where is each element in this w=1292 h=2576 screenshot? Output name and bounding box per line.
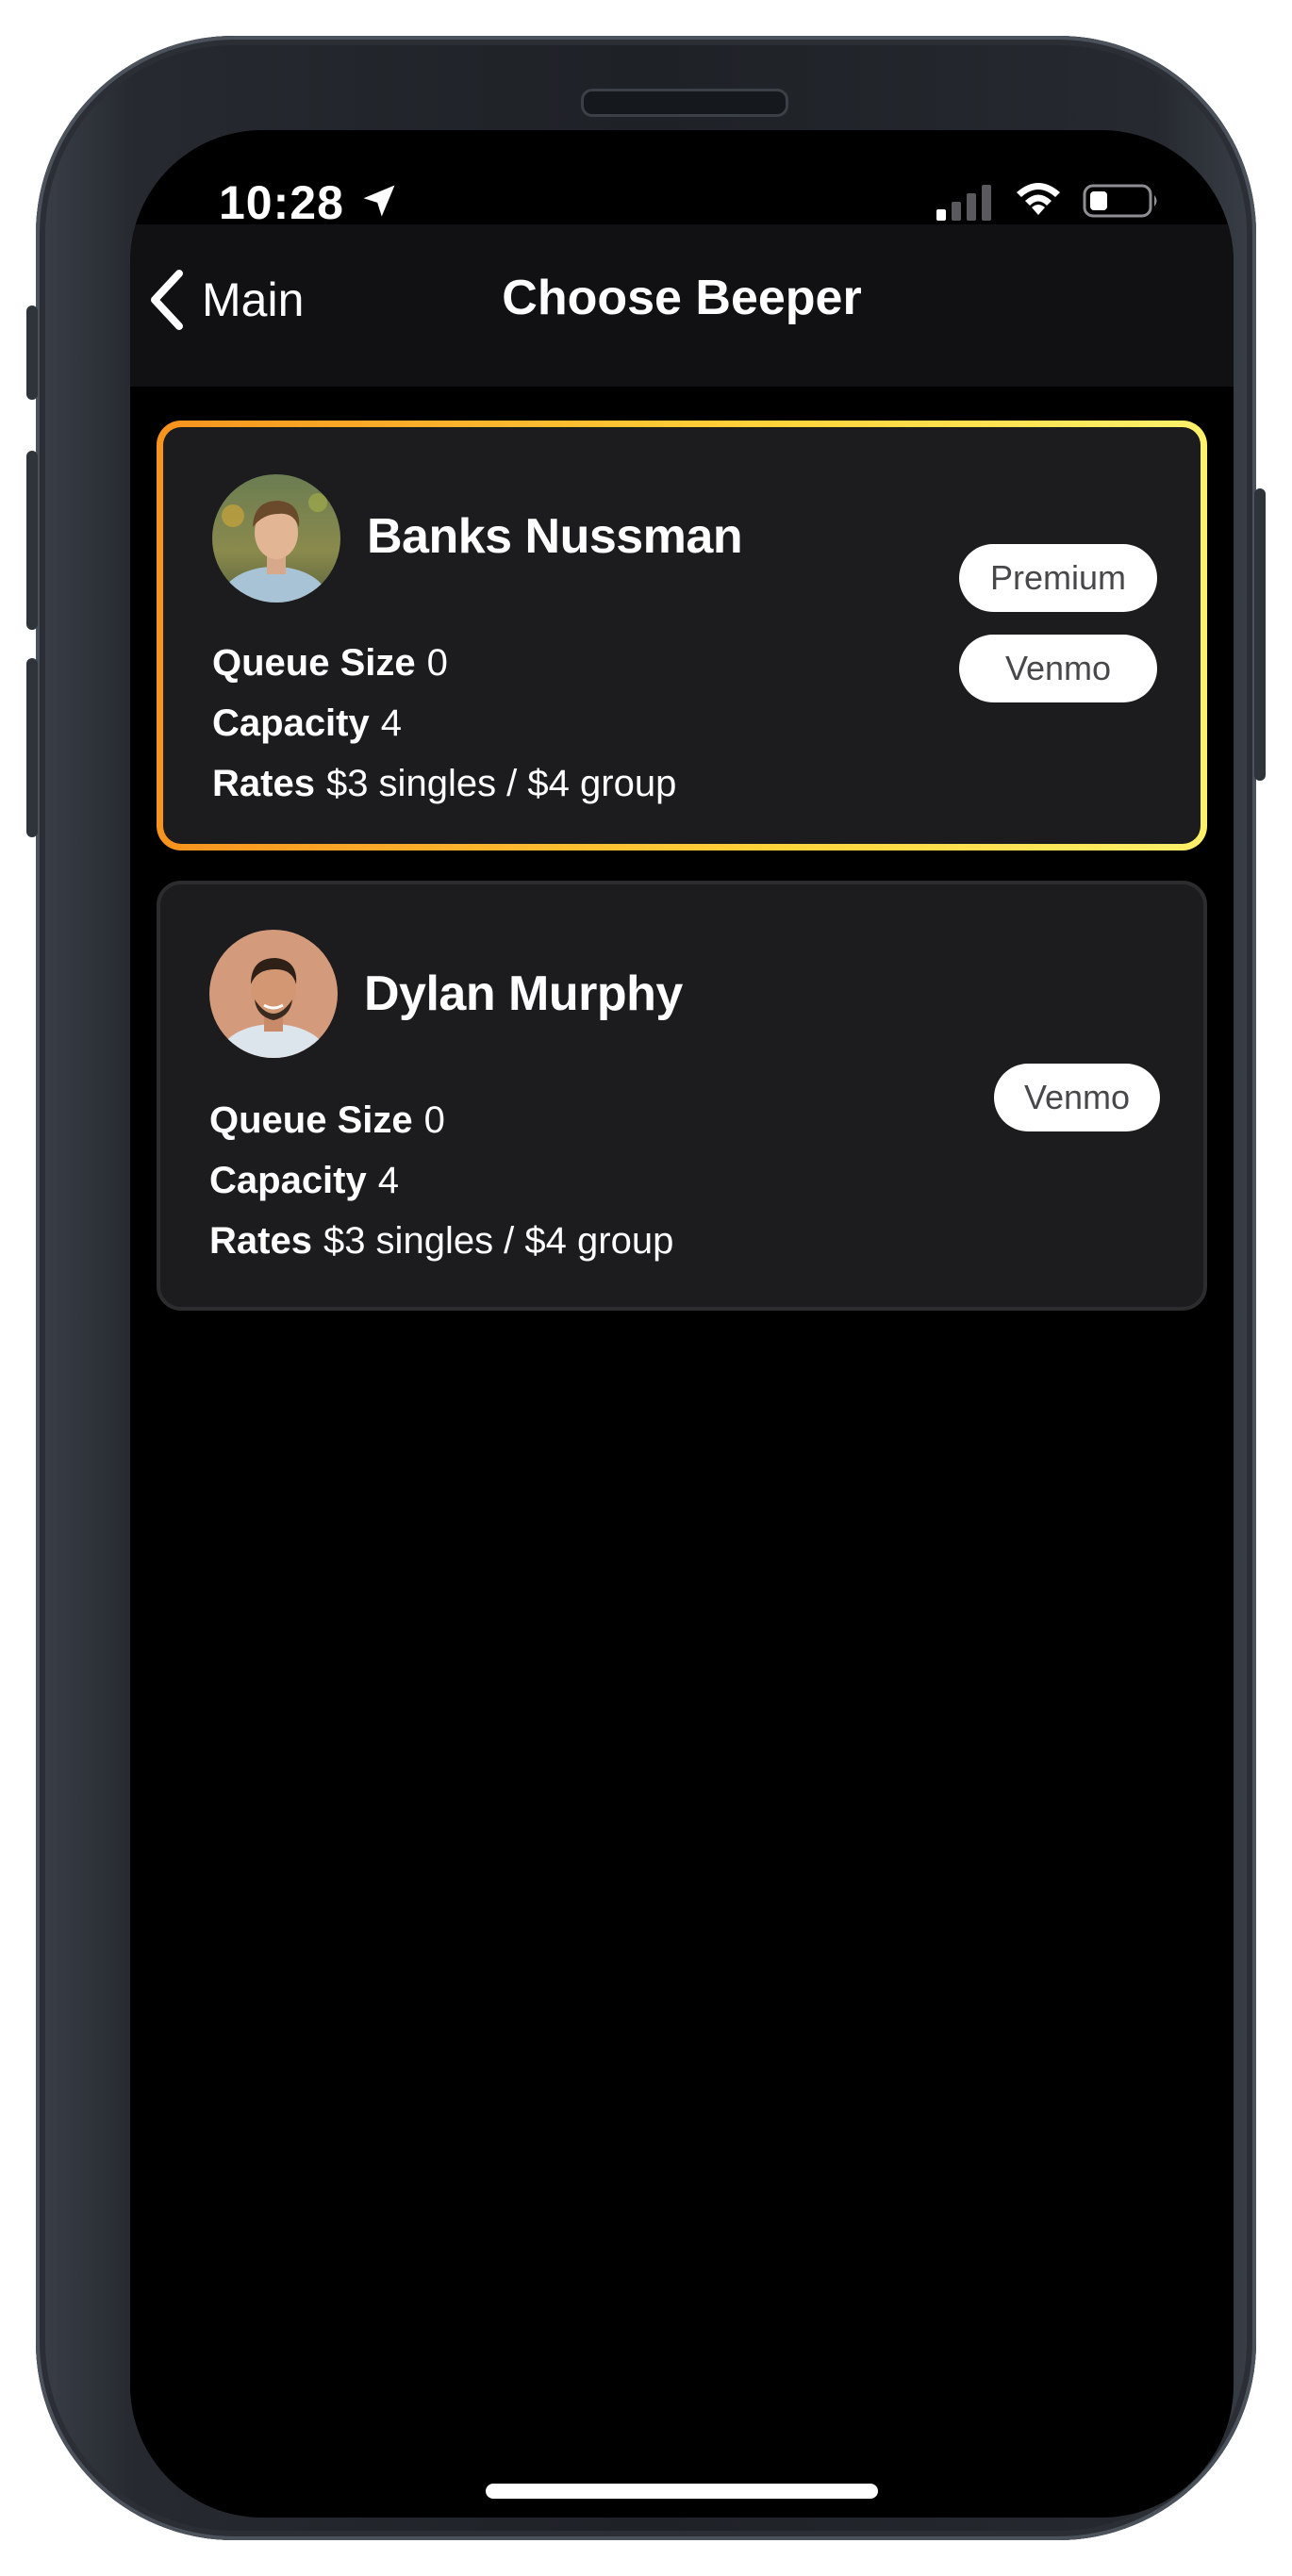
rates-label: Rates	[209, 1220, 312, 1262]
badge-stack: Premium Venmo	[959, 544, 1157, 702]
capacity-label: Capacity	[209, 1160, 367, 1201]
avatar	[212, 474, 340, 603]
page-title: Choose Beeper	[502, 271, 862, 325]
venmo-badge: Venmo	[994, 1064, 1160, 1131]
rates-label: Rates	[212, 763, 315, 804]
beeper-list: Banks Nussman Queue Size 0 Capacity 4 Rate…	[157, 421, 1207, 1341]
queue-size-label: Queue Size	[212, 642, 416, 684]
volume-down-button	[26, 658, 38, 837]
queue-size-label: Queue Size	[209, 1099, 413, 1141]
silent-switch	[26, 305, 38, 400]
status-time: 10:28	[219, 176, 344, 229]
venmo-badge: Venmo	[959, 635, 1157, 702]
wifi-icon	[1017, 183, 1060, 215]
capacity-value: 4	[380, 702, 402, 744]
earpiece-speaker	[581, 89, 788, 117]
badge-stack: Venmo	[994, 1064, 1160, 1131]
phone-frame: 10:28 Main Choose Beeper Banks Nussman Q…	[26, 36, 1266, 2540]
volume-up-button	[26, 451, 38, 630]
screen: 10:28 Main Choose Beeper Banks Nussman Q…	[130, 130, 1234, 2518]
rates-row: Rates $3 singles / $4 group	[212, 753, 676, 814]
beeper-name: Dylan Murphy	[364, 966, 683, 1021]
battery-icon	[1083, 184, 1157, 218]
beeper-card-premium[interactable]: Banks Nussman Queue Size 0 Capacity 4 Rate…	[157, 421, 1207, 850]
queue-size-value: 0	[426, 642, 448, 684]
location-arrow-icon	[363, 185, 395, 217]
beeper-stats: Queue Size 0 Capacity 4 Rates $3 singles / …	[209, 1090, 673, 1271]
beeper-stats: Queue Size 0 Capacity 4 Rates $3 singles / …	[212, 633, 676, 814]
capacity-row: Capacity 4	[212, 693, 676, 753]
premium-badge: Premium	[959, 544, 1157, 612]
avatar	[209, 930, 338, 1058]
capacity-value: 4	[377, 1160, 399, 1201]
beeper-card[interactable]: Dylan Murphy Queue Size 0 Capacity 4 Rates…	[157, 881, 1207, 1311]
queue-size-row: Queue Size 0	[212, 633, 676, 693]
capacity-label: Capacity	[212, 702, 370, 744]
rates-value: $3 singles / $4 group	[323, 1220, 674, 1262]
rates-row: Rates $3 singles / $4 group	[209, 1211, 673, 1271]
capacity-row: Capacity 4	[209, 1150, 673, 1211]
cellular-signal-icon	[936, 185, 991, 221]
notch	[454, 130, 910, 224]
home-indicator[interactable]	[486, 2484, 878, 2499]
queue-size-row: Queue Size 0	[209, 1090, 673, 1150]
navigation-bar: Main Choose Beeper	[130, 224, 1234, 387]
beeper-name: Banks Nussman	[367, 509, 743, 564]
power-button	[1254, 488, 1266, 781]
queue-size-value: 0	[423, 1099, 445, 1141]
rates-value: $3 singles / $4 group	[325, 763, 677, 804]
